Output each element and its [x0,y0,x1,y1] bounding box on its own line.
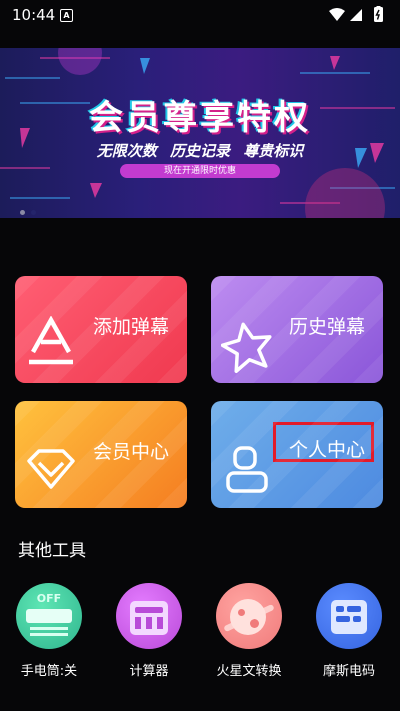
add-danmaku-label: 添加弹幕 [93,316,170,338]
history-danmaku-card[interactable]: 历史弹幕 [211,276,383,383]
status-icons [328,6,386,28]
status-time: 10:44 [12,6,56,24]
history-danmaku-label: 历史弹幕 [289,316,366,338]
personal-center-card[interactable]: 个人中心 [211,401,383,508]
wifi-signal-battery-icon [329,6,383,22]
vip-center-label: 会员中心 [93,441,170,463]
letter-a-icon [29,315,73,372]
morse-code-icon [316,583,382,649]
star-icon [220,318,277,378]
calculator-label: 计算器 [129,664,169,679]
other-tools-title: 其他工具 [18,541,86,561]
vip-banner[interactable]: 会员尊享特权 无限次数 历史记录 尊贵标识 现在开通限时优惠 [0,48,400,218]
vip-center-card[interactable]: 会员中心 [15,401,187,508]
mars-text-icon [216,583,282,649]
banner-dot-active [31,210,36,215]
status-bar: 10:44 A [0,0,400,30]
flashlight-label: 手电筒:关 [20,664,78,679]
banner-subtitle: 无限次数 历史记录 尊贵标识 [96,142,304,160]
add-danmaku-card[interactable]: 添加弹幕 [15,276,187,383]
banner-title: 会员尊享特权 [89,98,311,138]
calculator-tool[interactable]: 计算器 [104,583,194,679]
flashlight-icon: OFF [16,583,82,649]
flashlight-tool[interactable]: OFF 手电筒:关 [4,583,94,679]
mars-text-tool[interactable]: 火星文转换 [204,583,294,679]
banner-dot [20,210,25,215]
diamond-icon [25,447,77,495]
user-icon [225,445,273,499]
flashlight-off-text: OFF [36,592,62,605]
banner-badge: 现在开通限时优惠 [120,164,280,178]
mars-text-label: 火星文转换 [216,664,282,679]
banner-pagination [20,200,42,218]
morse-code-label: 摩斯电码 [322,664,375,679]
highlight-box [273,422,374,462]
personal-center-label: 个人中心 [289,439,366,461]
notification-icon: A [60,9,73,22]
morse-code-tool[interactable]: 摩斯电码 [304,583,394,679]
calculator-icon [116,583,182,649]
